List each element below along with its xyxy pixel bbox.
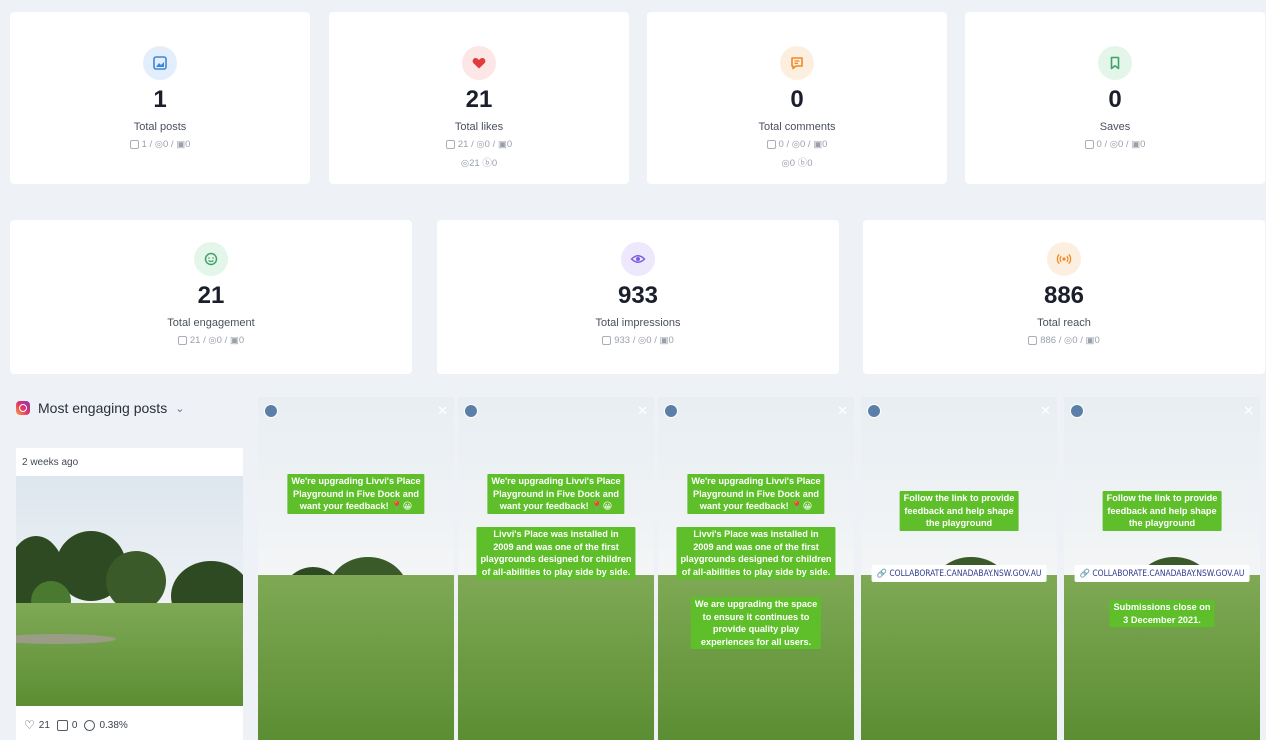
posts-section-title: Most engaging posts [38, 400, 168, 416]
heart-outline-icon: ♡ [24, 718, 35, 732]
story-header: ✕ [264, 404, 448, 418]
avatar [464, 404, 478, 418]
avatar [1070, 404, 1084, 418]
smile-icon [84, 719, 96, 731]
comment-icon [780, 46, 814, 80]
avatar [264, 404, 278, 418]
story-header: ✕ [664, 404, 848, 418]
chevron-down-icon: ⌄ [175, 402, 185, 415]
story-thumbnail-5[interactable]: ✕ Follow the link to provide feedback and… [1064, 397, 1260, 740]
post-image[interactable] [16, 476, 243, 706]
most-engaging-posts-dropdown[interactable]: Most engaging posts ⌄ [16, 400, 184, 416]
stat-card-saves: 0 Saves 0 / ◎0 / ▣0 [965, 12, 1265, 184]
broadcast-icon [1047, 242, 1081, 276]
close-icon[interactable]: ✕ [1040, 404, 1051, 417]
stat-value: 21 [197, 282, 225, 309]
close-icon[interactable]: ✕ [1243, 404, 1254, 417]
eye-icon [621, 242, 655, 276]
likes-count: 21 [38, 719, 50, 731]
stat-breakdown: 1 / ◎0 / ▣0 [129, 139, 190, 150]
avatar [867, 404, 881, 418]
close-icon[interactable]: ✕ [437, 404, 448, 417]
stat-card-total-comments: 0 Total comments 0 / ◎0 / ▣0 ◎0 ⓑ0 [647, 12, 947, 184]
stat-breakdown: 21 / ◎0 / ▣0 [177, 335, 244, 346]
stat-card-total-posts: 1 Total posts 1 / ◎0 / ▣0 [10, 12, 310, 184]
stat-value: 0 [790, 86, 804, 113]
stat-value: 0 [1108, 86, 1122, 113]
story-link-sticker[interactable]: 🔗 COLLABORATE.CANADABAY.NSW.GOV.AU [871, 565, 1047, 582]
stat-breakdown: 0 / ◎0 / ▣0 [1084, 139, 1145, 150]
story-thumbnail-1[interactable]: ✕ We're upgrading Livvi's Place Playgroun… [258, 397, 454, 740]
stat-label: Total reach [1037, 317, 1091, 329]
story-caption: We're upgrading Livvi's Place Playground … [687, 474, 825, 514]
stat-label: Total impressions [595, 317, 681, 329]
stat-card-total-reach: 886 Total reach 886 / ◎0 / ▣0 [863, 220, 1265, 374]
heart-icon [462, 46, 496, 80]
stat-breakdown: 933 / ◎0 / ▣0 [602, 335, 674, 346]
stat-label: Total engagement [167, 317, 255, 329]
story-caption: Submissions close on 3 December 2021. [1109, 600, 1215, 628]
story-thumbnail-2[interactable]: ✕ We're upgrading Livvi's Place Playgroun… [458, 397, 654, 740]
story-caption: Livvi's Place was installed in 2009 and w… [676, 527, 836, 580]
stat-value: 1 [153, 86, 167, 113]
stat-card-total-impressions: 933 Total impressions 933 / ◎0 / ▣0 [437, 220, 839, 374]
close-icon[interactable]: ✕ [837, 404, 848, 417]
stat-breakdown: 21 / ◎0 / ▣0 [445, 139, 512, 150]
story-link-sticker[interactable]: 🔗 COLLABORATE.CANADABAY.NSW.GOV.AU [1074, 565, 1250, 582]
stat-value: 933 [617, 282, 659, 309]
image-icon [143, 46, 177, 80]
story-caption: We're upgrading Livvi's Place Playground … [287, 474, 425, 514]
stat-card-total-likes: 21 Total likes 21 / ◎0 / ▣0 ◎21 ⓑ0 [329, 12, 629, 184]
story-header: ✕ [1070, 404, 1254, 418]
stat-breakdown-secondary: ◎0 ⓑ0 [781, 158, 813, 169]
post-stats: ♡ 21 0 0.38% [24, 718, 128, 732]
story-caption: Follow the link to provide feedback and h… [1102, 491, 1222, 531]
post-card[interactable]: 2 weeks ago ♡ 21 0 0.38% [16, 448, 243, 740]
stat-label: Total likes [454, 121, 504, 133]
close-icon[interactable]: ✕ [637, 404, 648, 417]
story-caption: Livvi's Place was installed in 2009 and w… [476, 527, 636, 580]
avatar [664, 404, 678, 418]
story-thumbnail-4[interactable]: ✕ Follow the link to provide feedback and… [861, 397, 1057, 740]
post-timestamp: 2 weeks ago [22, 457, 79, 468]
stat-breakdown: 0 / ◎0 / ▣0 [766, 139, 827, 150]
smile-icon [194, 242, 228, 276]
story-caption: We're upgrading Livvi's Place Playground … [487, 474, 625, 514]
stat-breakdown-secondary: ◎21 ⓑ0 [460, 158, 498, 169]
story-header: ✕ [464, 404, 648, 418]
bookmark-icon [1098, 46, 1132, 80]
instagram-icon [16, 401, 30, 415]
stat-label: Saves [1099, 121, 1131, 133]
stat-value: 886 [1043, 282, 1085, 309]
stat-label: Total posts [133, 121, 187, 133]
stat-value: 21 [465, 86, 493, 113]
engagement-rate: 0.38% [99, 719, 128, 731]
comments-count: 0 [71, 719, 78, 731]
story-thumbnail-3[interactable]: ✕ We're upgrading Livvi's Place Playgroun… [658, 397, 854, 740]
story-caption: We are upgrading the space to ensure it c… [690, 597, 822, 650]
stat-breakdown: 886 / ◎0 / ▣0 [1028, 335, 1100, 346]
comment-icon [56, 719, 68, 731]
story-caption: Follow the link to provide feedback and h… [899, 491, 1019, 531]
stat-card-total-engagement: 21 Total engagement 21 / ◎0 / ▣0 [10, 220, 412, 374]
stat-label: Total comments [758, 121, 836, 133]
story-header: ✕ [867, 404, 1051, 418]
